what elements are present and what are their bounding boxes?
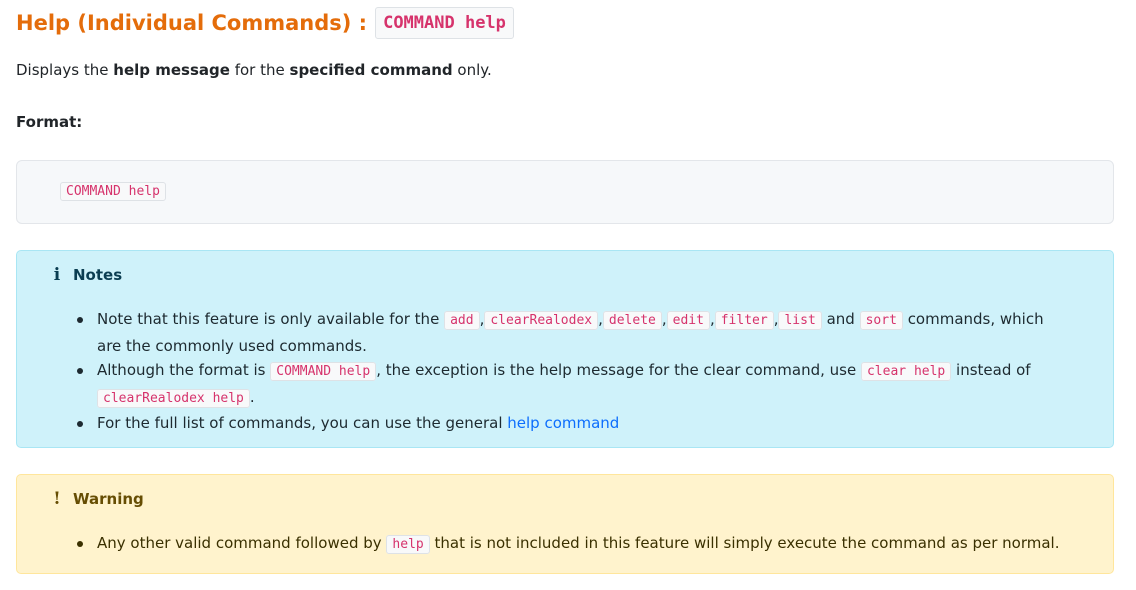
code-command-help: COMMAND help	[270, 362, 377, 381]
description-text: Displays the	[16, 61, 109, 79]
heading-code: COMMAND help	[375, 7, 514, 39]
code-clearrealodex-help: clearRealodex help	[97, 388, 250, 408]
code-filter: filter	[714, 311, 774, 330]
description-text: for the	[234, 61, 285, 79]
list-item: Any other valid command followed by help…	[75, 531, 1065, 558]
notes-list: Note that this feature is only available…	[75, 307, 1065, 436]
note-text: instead of	[956, 361, 1031, 379]
format-code: COMMAND help	[60, 182, 166, 201]
code-clear-help: clear help	[860, 362, 952, 381]
warning-header: ! Warning	[52, 489, 144, 509]
notes-header: i Notes	[52, 265, 122, 285]
warning-box: ! Warning Any other valid command follow…	[16, 474, 1114, 574]
code-sort: sort	[859, 311, 903, 330]
code-clearrealodex: clearRealodex	[484, 311, 599, 330]
format-code-block: COMMAND help	[16, 160, 1114, 224]
format-label: Format:	[16, 113, 83, 131]
warning-text: Any other valid command followed by	[97, 534, 382, 552]
description: Displays the help message for the specif…	[16, 61, 492, 79]
list-item: Although the format is COMMAND help, the…	[75, 358, 1065, 411]
code-delete: delete	[602, 311, 662, 330]
code-add: add	[444, 311, 480, 330]
description-text: only.	[457, 61, 492, 79]
note-text: Note that this feature is only available…	[97, 310, 440, 328]
list-item: For the full list of commands, you can u…	[75, 411, 1065, 436]
code-help: help	[386, 535, 430, 554]
warning-text: that is not included in this feature wil…	[434, 534, 1060, 552]
note-text: Although the format is	[97, 361, 266, 379]
list-item: Note that this feature is only available…	[75, 307, 1065, 358]
notes-box: i Notes Note that this feature is only a…	[16, 250, 1114, 448]
section-heading: Help (Individual Commands) : COMMAND hel…	[16, 7, 514, 39]
exclamation-icon: !	[53, 489, 61, 509]
code-list: list	[778, 311, 822, 330]
info-icon: i	[53, 265, 61, 285]
notes-title: Notes	[73, 266, 123, 284]
heading-title: Help (Individual Commands) :	[16, 11, 368, 35]
description-bold-help-message: help message	[113, 61, 230, 79]
help-command-link[interactable]: help command	[507, 414, 619, 432]
note-text: and	[826, 310, 855, 328]
warning-title: Warning	[73, 490, 144, 508]
note-text: .	[249, 387, 255, 406]
note-text: For the full list of commands, you can u…	[97, 414, 503, 432]
description-bold-specified-command: specified command	[289, 61, 453, 79]
note-text: , the exception is the help message for …	[376, 361, 857, 379]
code-edit: edit	[666, 311, 710, 330]
separator: ,	[661, 310, 667, 328]
warning-list: Any other valid command followed by help…	[75, 531, 1065, 558]
